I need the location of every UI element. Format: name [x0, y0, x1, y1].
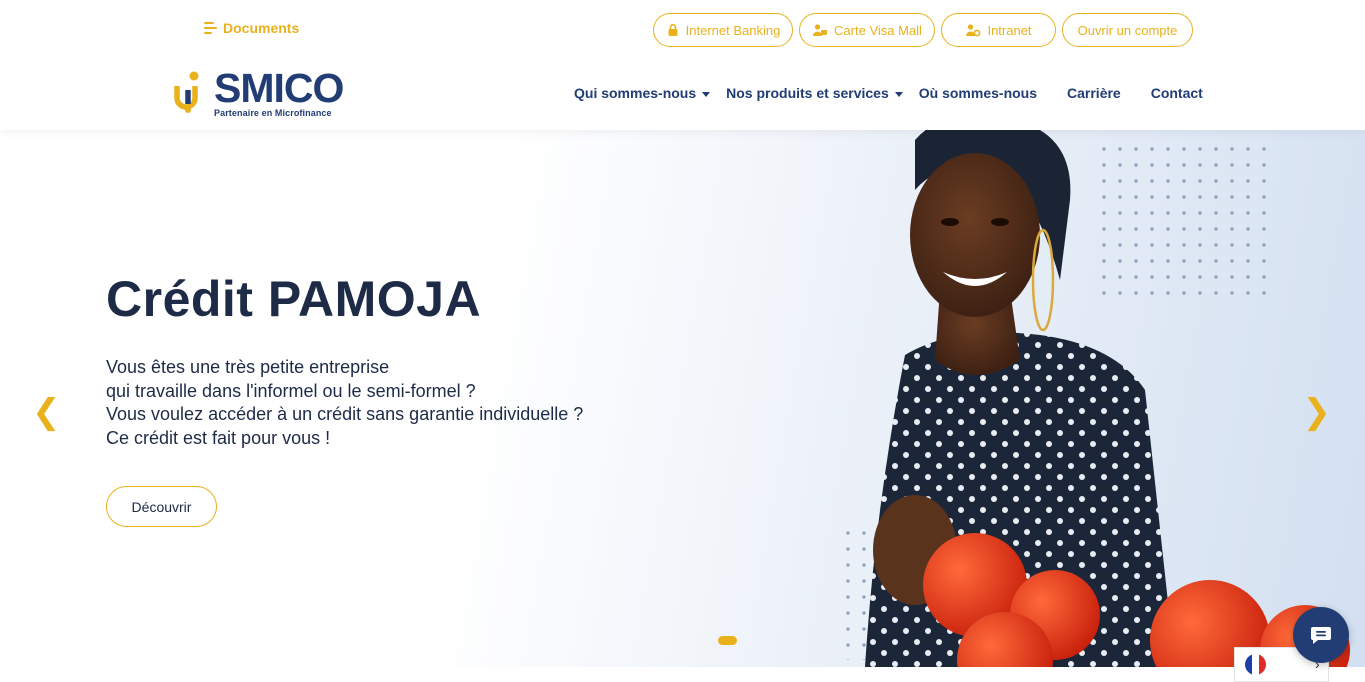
nav-ou-sommes-nous[interactable]: Où sommes-nous: [919, 85, 1037, 101]
logo-name: SMICO: [214, 65, 344, 111]
list-icon: [204, 22, 217, 34]
hero-line: Vous êtes une très petite entreprise: [106, 357, 390, 377]
user-gear-icon: [966, 24, 981, 37]
slide-indicator[interactable]: [718, 636, 737, 645]
main-nav: Qui sommes-nous Nos produits et services…: [574, 85, 1233, 101]
logo-mark-icon: [174, 71, 199, 113]
prev-slide-icon[interactable]: ❮: [32, 392, 61, 432]
hero-line: Ce crédit est fait pour vous !: [106, 427, 331, 448]
nav-produits-services[interactable]: Nos produits et services: [726, 85, 903, 101]
quick-links: Internet Banking Carte Visa Mall Intrane…: [653, 13, 1193, 47]
nav-label: Contact: [1150, 85, 1203, 101]
france-flag-icon: [1245, 654, 1266, 675]
lock-icon: [668, 23, 678, 36]
nav-label: Carrière: [1067, 85, 1121, 101]
next-slide-icon[interactable]: ❯: [1303, 392, 1332, 432]
chat-button[interactable]: [1293, 607, 1349, 663]
hero-title: Crédit PAMOJA: [106, 271, 482, 327]
nav-label: Où sommes-nous: [918, 85, 1038, 101]
ouvrir-compte-button[interactable]: Ouvrir un compte: [1062, 13, 1193, 47]
documents-link[interactable]: Documents: [204, 20, 299, 36]
nav-label: Nos produits et services: [726, 85, 889, 101]
nav-label: Qui sommes-nous: [574, 85, 697, 101]
intranet-label: Intranet: [987, 22, 1032, 38]
hero-line: Vous voulez accéder à un crédit sans gar…: [106, 404, 584, 424]
internet-banking-button[interactable]: Internet Banking: [653, 13, 793, 47]
hero-line: qui travaille dans l'informel ou le semi…: [106, 380, 476, 401]
carte-visa-mall-label: Carte Visa Mall: [834, 22, 922, 38]
users-icon: [813, 24, 828, 36]
decouvrir-button[interactable]: Découvrir: [106, 486, 217, 527]
hero-description: Vous êtes une très petite entreprise qui…: [106, 356, 583, 450]
logo-tagline: Partenaire en Microfinance: [214, 108, 332, 118]
top-bar: Documents Internet Banking Carte Visa Ma…: [0, 0, 1365, 60]
ouvrir-compte-label: Ouvrir un compte: [1077, 22, 1178, 38]
documents-label: Documents: [223, 20, 300, 36]
carte-visa-mall-button[interactable]: Carte Visa Mall: [799, 13, 935, 47]
hero-photo: [845, 130, 1350, 667]
smico-logo[interactable]: SMICO Partenaire en Microfinance: [172, 68, 352, 122]
main-header: SMICO Partenaire en Microfinance Qui som…: [0, 60, 1365, 130]
caret-down-icon: [894, 91, 903, 97]
nav-contact[interactable]: Contact: [1151, 85, 1203, 101]
nav-qui-sommes-nous[interactable]: Qui sommes-nous: [574, 85, 711, 101]
chat-icon: [1311, 627, 1331, 644]
caret-down-icon: [702, 91, 711, 97]
intranet-button[interactable]: Intranet: [941, 13, 1056, 47]
nav-carriere[interactable]: Carrière: [1067, 85, 1121, 101]
hero-slider: Crédit PAMOJA Vous êtes une très petite …: [0, 130, 1365, 667]
internet-banking-label: Internet Banking: [685, 22, 781, 38]
